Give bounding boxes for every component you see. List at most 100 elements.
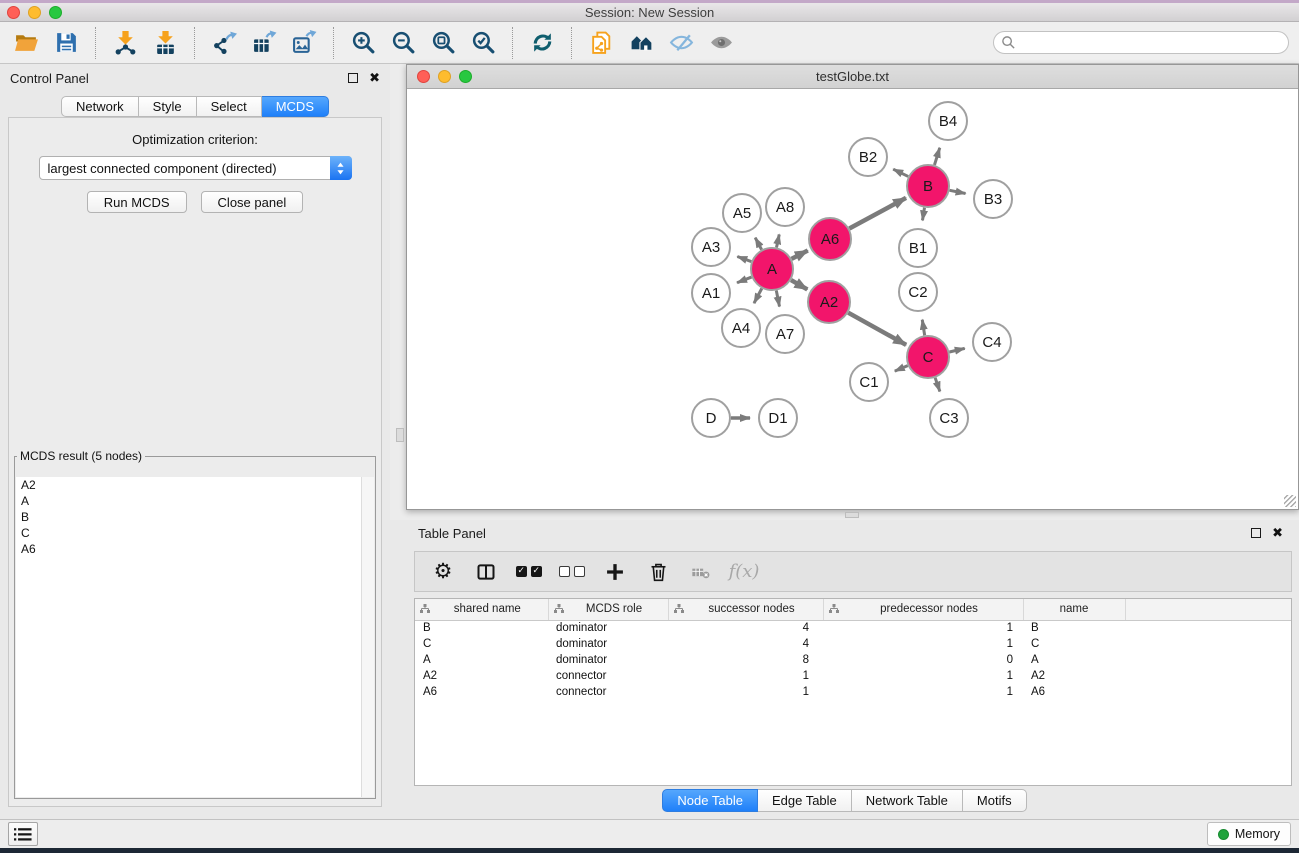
- show-graphics-details-button[interactable]: [701, 25, 741, 61]
- graph-edge-A6-B[interactable]: [849, 198, 906, 229]
- graph-node-C2[interactable]: C2: [899, 273, 937, 311]
- graph-node-A8[interactable]: A8: [766, 188, 804, 226]
- graph-node-A6[interactable]: A6: [809, 218, 851, 260]
- table-row[interactable]: Adominator80A: [415, 652, 1291, 668]
- table-cell[interactable]: A2: [1023, 668, 1125, 684]
- table-cell[interactable]: 8: [668, 652, 823, 668]
- table-cell[interactable]: 1: [823, 668, 1023, 684]
- graph-edge-A-A7[interactable]: [776, 291, 779, 307]
- table-cell[interactable]: A: [415, 652, 548, 668]
- graph-edge-B-B2[interactable]: [893, 169, 908, 176]
- vertical-splitter-handle[interactable]: [396, 428, 404, 442]
- graph-node-C3[interactable]: C3: [930, 399, 968, 437]
- table-row[interactable]: A6connector11A6: [415, 684, 1291, 700]
- table-cell[interactable]: 0: [823, 652, 1023, 668]
- search-input[interactable]: [993, 31, 1289, 54]
- column-header-predecessor-nodes[interactable]: predecessor nodes: [823, 599, 1023, 620]
- graph-node-D[interactable]: D: [692, 399, 730, 437]
- run-mcds-button[interactable]: Run MCDS: [87, 191, 187, 213]
- table-cell[interactable]: dominator: [548, 620, 668, 636]
- table-cell[interactable]: B: [1023, 620, 1125, 636]
- tab-select[interactable]: Select: [197, 96, 262, 117]
- mcds-result-item[interactable]: C: [16, 525, 374, 541]
- tab-mcds[interactable]: MCDS: [262, 96, 329, 117]
- graph-node-B3[interactable]: B3: [974, 180, 1012, 218]
- graph-edge-A2-C[interactable]: [848, 313, 906, 345]
- table-cell[interactable]: B: [415, 620, 548, 636]
- tab-motifs[interactable]: Motifs: [963, 789, 1027, 812]
- save-session-button[interactable]: [46, 25, 86, 61]
- zoom-in-button[interactable]: [343, 25, 383, 61]
- delete-columns-button[interactable]: [640, 555, 676, 589]
- create-network-view-button[interactable]: [581, 25, 621, 61]
- graph-node-A[interactable]: A: [751, 248, 793, 290]
- network-window-titlebar[interactable]: testGlobe.txt: [407, 65, 1298, 89]
- table-cell[interactable]: dominator: [548, 636, 668, 652]
- mcds-result-item[interactable]: A: [16, 493, 374, 509]
- table-row[interactable]: A2connector11A2: [415, 668, 1291, 684]
- table-cell[interactable]: C: [1023, 636, 1125, 652]
- table-cell[interactable]: A2: [415, 668, 548, 684]
- export-image-button[interactable]: [284, 25, 324, 61]
- add-column-button[interactable]: [597, 555, 633, 589]
- zoom-fit-button[interactable]: [423, 25, 463, 61]
- graph-edge-C-C3[interactable]: [935, 378, 940, 392]
- zoom-out-button[interactable]: [383, 25, 423, 61]
- deselect-all-button[interactable]: [554, 555, 590, 589]
- delete-table-button[interactable]: [683, 555, 719, 589]
- memory-button[interactable]: Memory: [1207, 822, 1291, 846]
- column-header-mcds-role[interactable]: MCDS role: [548, 599, 668, 620]
- float-panel-icon[interactable]: [348, 73, 358, 83]
- graph-edge-A-A2[interactable]: [791, 280, 807, 289]
- table-cell[interactable]: 1: [823, 620, 1023, 636]
- graph-node-B[interactable]: B: [907, 165, 949, 207]
- graph-node-B2[interactable]: B2: [849, 138, 887, 176]
- show-all-button[interactable]: [621, 25, 661, 61]
- import-network-button[interactable]: [105, 25, 145, 61]
- graph-node-C[interactable]: C: [907, 336, 949, 378]
- table-cell[interactable]: 4: [668, 620, 823, 636]
- graph-node-A1[interactable]: A1: [692, 274, 730, 312]
- export-table-button[interactable]: [244, 25, 284, 61]
- table-cell[interactable]: 1: [823, 636, 1023, 652]
- graph-edge-C-C4[interactable]: [949, 348, 964, 352]
- result-scrollbar[interactable]: [361, 477, 374, 797]
- refresh-view-button[interactable]: [522, 25, 562, 61]
- graph-edge-A-A8[interactable]: [777, 234, 780, 247]
- criterion-select[interactable]: largest connected component (directed): [39, 156, 352, 180]
- table-cell[interactable]: 4: [668, 636, 823, 652]
- table-row[interactable]: Cdominator41C: [415, 636, 1291, 652]
- tab-style[interactable]: Style: [139, 96, 197, 117]
- import-table-button[interactable]: [145, 25, 185, 61]
- table-cell[interactable]: 1: [823, 684, 1023, 700]
- table-cell[interactable]: A6: [1023, 684, 1125, 700]
- column-header-successor-nodes[interactable]: successor nodes: [668, 599, 823, 620]
- close-panel-icon[interactable]: ✖: [369, 73, 380, 83]
- graph-node-A5[interactable]: A5: [723, 194, 761, 232]
- table-cell[interactable]: 1: [668, 668, 823, 684]
- table-cell[interactable]: C: [415, 636, 548, 652]
- hide-graphics-details-button[interactable]: [661, 25, 701, 61]
- window-resize-grip[interactable]: [1284, 495, 1296, 507]
- graph-edge-C-C2[interactable]: [922, 320, 924, 336]
- tab-network[interactable]: Network: [61, 96, 139, 117]
- graph-node-D1[interactable]: D1: [759, 399, 797, 437]
- close-panel-button[interactable]: Close panel: [201, 191, 304, 213]
- graph-node-B4[interactable]: B4: [929, 102, 967, 140]
- graph-edge-A-A1[interactable]: [737, 277, 751, 283]
- graph-edge-A-A3[interactable]: [737, 256, 751, 261]
- table-cell[interactable]: 1: [668, 684, 823, 700]
- table-cell[interactable]: dominator: [548, 652, 668, 668]
- graph-edge-A-A5[interactable]: [755, 238, 761, 250]
- select-all-button[interactable]: [511, 555, 547, 589]
- horizontal-splitter-handle[interactable]: [845, 512, 859, 518]
- graph-node-A7[interactable]: A7: [766, 315, 804, 353]
- show-columns-button[interactable]: [468, 555, 504, 589]
- graph-edge-B-B4[interactable]: [934, 148, 939, 165]
- mcds-result-item[interactable]: B: [16, 509, 374, 525]
- graph-edge-B-B3[interactable]: [950, 190, 966, 193]
- open-session-button[interactable]: [6, 25, 46, 61]
- graph-node-C1[interactable]: C1: [850, 363, 888, 401]
- table-cell[interactable]: connector: [548, 668, 668, 684]
- close-table-panel-icon[interactable]: ✖: [1272, 528, 1283, 538]
